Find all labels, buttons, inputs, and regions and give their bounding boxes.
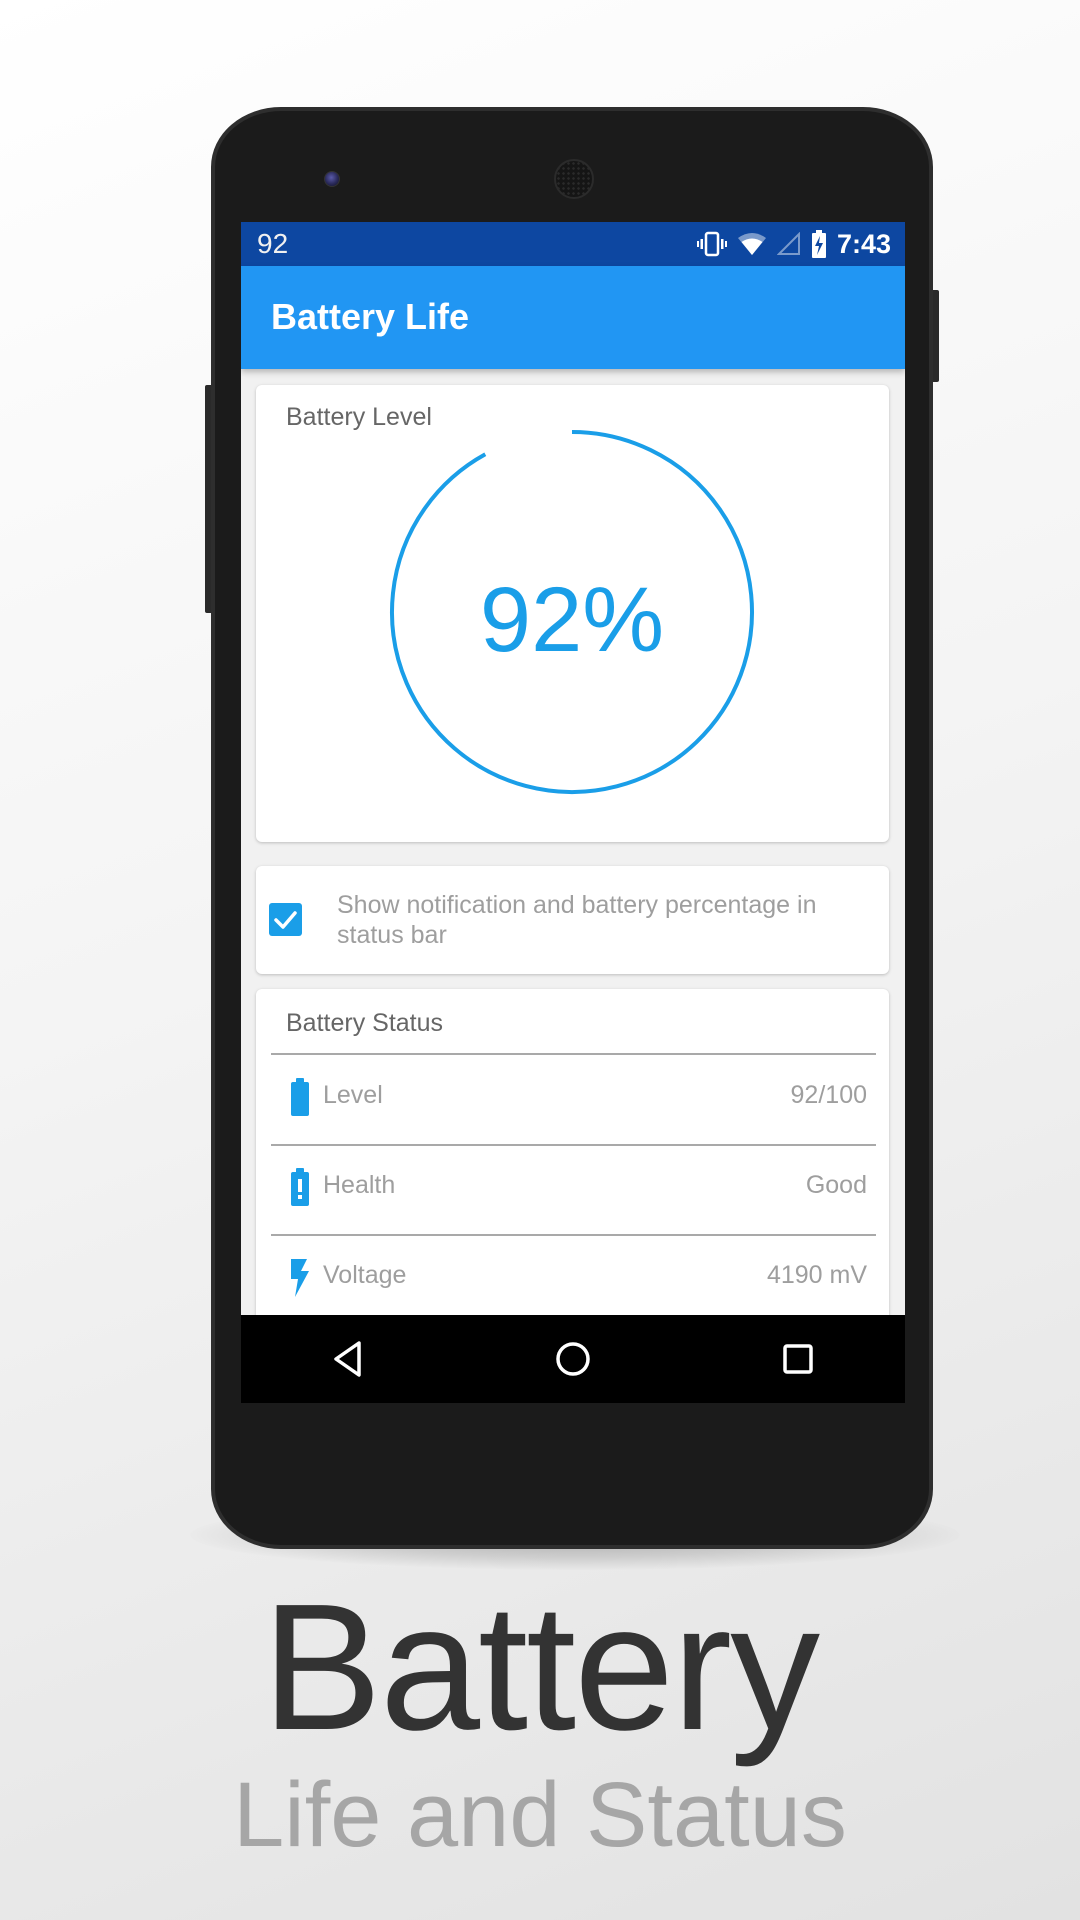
status-row-voltage: Voltage 4190 mV <box>256 1249 889 1309</box>
battery-gauge: 92% <box>390 430 754 794</box>
vibrate-icon <box>696 231 727 257</box>
status-bar: 92 7:43 <box>241 222 905 266</box>
status-row-label: Level <box>323 1081 383 1109</box>
status-icons: 7:43 <box>696 226 891 262</box>
status-row-value: Good <box>805 1171 867 1199</box>
battery-alert-icon <box>291 1168 309 1206</box>
battery-full-icon <box>291 1078 309 1116</box>
back-button[interactable] <box>326 1337 370 1381</box>
app-bar: Battery Life <box>241 266 905 369</box>
divider <box>271 1144 876 1146</box>
promo-subheadline: Life and Status <box>233 1764 847 1866</box>
status-time: 7:43 <box>836 228 891 259</box>
notification-setting-card[interactable]: Show notification and battery percentage… <box>256 866 889 974</box>
battery-percent-label: 92% <box>480 569 664 671</box>
back-icon <box>334 1341 361 1377</box>
recents-icon <box>783 1344 813 1374</box>
divider <box>271 1053 876 1055</box>
divider <box>271 1234 876 1236</box>
status-row-value: 4190 mV <box>766 1261 867 1289</box>
app-title: Battery Life <box>271 296 470 337</box>
status-row-label: Health <box>323 1171 396 1199</box>
promo-headline: Battery <box>261 1567 820 1768</box>
phone-screen: 92 7:43 Battery Life Battery Level 92% S… <box>241 222 905 1403</box>
show-notification-label[interactable]: Show notification and battery percentage… <box>337 890 857 950</box>
status-row-level: Level 92/100 <box>256 1069 889 1129</box>
home-icon <box>556 1342 590 1376</box>
flash-icon <box>291 1259 309 1297</box>
cell-signal-icon <box>776 232 800 255</box>
battery-status-title: Battery Status <box>286 1009 444 1037</box>
front-camera-icon <box>324 171 340 187</box>
status-row-value: 92/100 <box>790 1081 867 1109</box>
home-button[interactable] <box>551 1337 595 1381</box>
battery-charging-icon <box>811 230 826 258</box>
checkmark-icon <box>274 911 297 929</box>
status-battery-notification: 92 <box>257 228 289 259</box>
navigation-bar <box>241 1315 905 1403</box>
recents-button[interactable] <box>776 1337 820 1381</box>
status-row-health: Health Good <box>256 1159 889 1219</box>
earpiece-speaker-icon <box>554 159 594 199</box>
wifi-icon <box>737 233 766 255</box>
show-notification-checkbox[interactable] <box>269 903 302 936</box>
status-row-label: Voltage <box>323 1261 407 1289</box>
battery-level-card: Battery Level 92% <box>256 385 889 842</box>
